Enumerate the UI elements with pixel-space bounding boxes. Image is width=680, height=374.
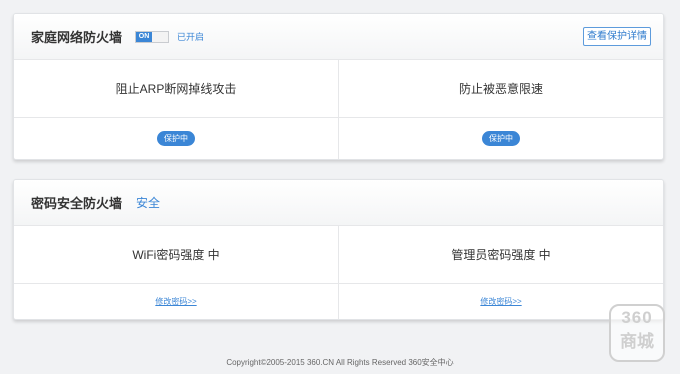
360-mall-watermark-logo: 360 商城 (609, 304, 665, 362)
watermark-bottom-text: 商城 (620, 332, 654, 351)
wifi-password-item: WiFi密码强度 中 修改密码>> (14, 226, 338, 319)
wifi-password-strength: WiFi密码强度 中 (14, 226, 338, 284)
speed-limit-protection-status-badge: 保护中 (482, 131, 520, 146)
arp-protection-footer: 保护中 (14, 118, 338, 159)
home-firewall-title: 家庭网络防火墙 (31, 30, 123, 45)
home-firewall-toggle[interactable]: ON (135, 30, 170, 43)
toggle-on-label: ON (136, 31, 153, 42)
speed-limit-protection-item: 防止被恶意限速 保护中 (338, 60, 663, 159)
home-firewall-items: 阻止ARP断网掉线攻击 保护中 防止被恶意限速 保护中 (14, 60, 663, 159)
password-firewall-panel: 密码安全防火墙 安全 WiFi密码强度 中 修改密码>> 管理员密码强度 中 修… (13, 179, 664, 320)
wifi-password-footer: 修改密码>> (14, 284, 338, 319)
home-firewall-header: 家庭网络防火墙 ON 已开启 查看保护详情 (14, 14, 663, 60)
home-firewall-panel: 家庭网络防火墙 ON 已开启 查看保护详情 阻止ARP断网掉线攻击 保护中 防止… (13, 13, 664, 160)
speed-limit-protection-label: 防止被恶意限速 (339, 60, 663, 118)
copyright-footer: Copyright©2005-2015 360.CN All Rights Re… (226, 358, 454, 367)
speed-limit-protection-footer: 保护中 (339, 118, 663, 159)
password-firewall-status: 安全 (136, 196, 161, 210)
home-firewall-status: 已开启 (177, 32, 205, 42)
change-admin-password-link[interactable]: 修改密码>> (480, 296, 521, 307)
arp-protection-item: 阻止ARP断网掉线攻击 保护中 (14, 60, 338, 159)
password-firewall-header: 密码安全防火墙 安全 (14, 180, 663, 226)
arp-protection-status-badge: 保护中 (157, 131, 195, 146)
change-wifi-password-link[interactable]: 修改密码>> (155, 296, 196, 307)
view-protection-details-button[interactable]: 查看保护详情 (583, 27, 651, 46)
watermark-top-text: 360 (621, 308, 653, 327)
password-firewall-title: 密码安全防火墙 (31, 196, 123, 211)
arp-protection-label: 阻止ARP断网掉线攻击 (14, 60, 338, 118)
admin-password-strength: 管理员密码强度 中 (339, 226, 663, 284)
password-firewall-items: WiFi密码强度 中 修改密码>> 管理员密码强度 中 修改密码>> (14, 226, 663, 319)
